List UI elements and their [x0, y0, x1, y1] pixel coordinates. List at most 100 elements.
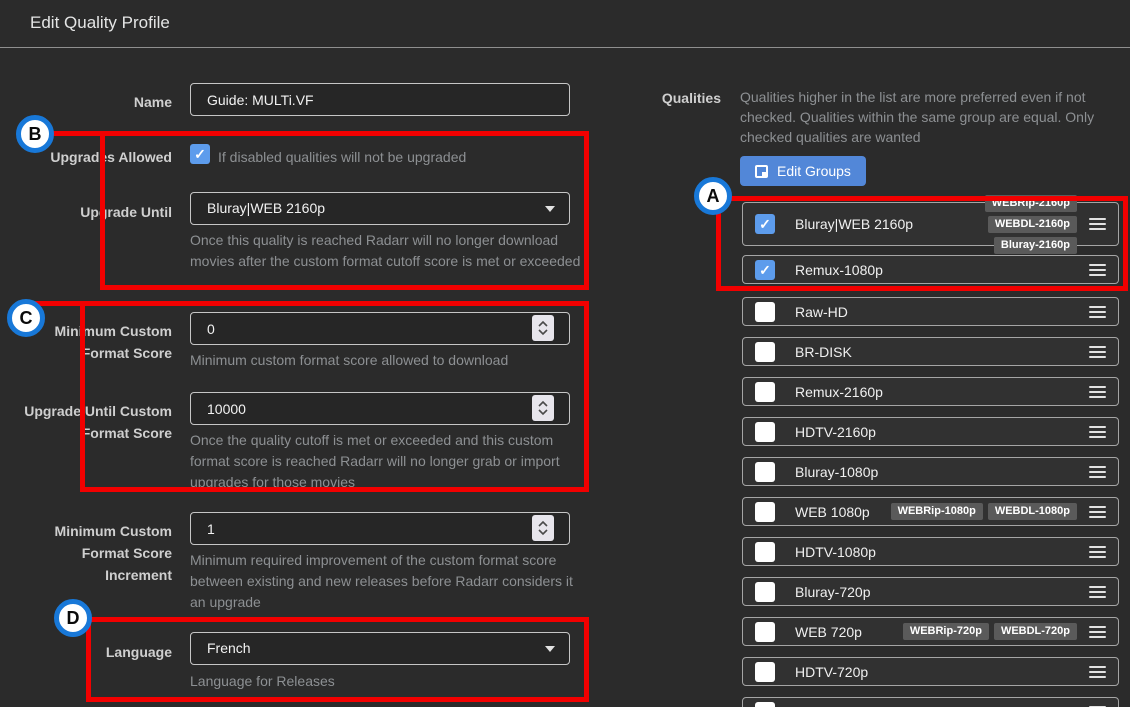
min-cfs-increment-input[interactable]: [190, 512, 570, 545]
quality-name: BR-DISK: [795, 344, 852, 360]
quality-tag: WEBRip-2160p: [985, 195, 1077, 212]
quality-name: Bluray-1080p: [795, 464, 878, 480]
qualities-label: Qualities: [621, 90, 721, 106]
quality-checkbox[interactable]: [755, 422, 775, 442]
drag-handle-icon[interactable]: [1089, 426, 1106, 438]
quality-row: BR-DISK: [742, 337, 1119, 366]
quality-checkbox[interactable]: [755, 622, 775, 642]
drag-handle-icon[interactable]: [1089, 666, 1106, 678]
quality-row: HDTV-1080p: [742, 537, 1119, 566]
quality-row: WEB 720p WEBRip-720p WEBDL-720p: [742, 617, 1119, 646]
language-value: French: [207, 640, 251, 656]
drag-handle-icon[interactable]: [1089, 386, 1106, 398]
quality-row: HDTV-2160p: [742, 417, 1119, 446]
drag-handle-icon[interactable]: [1089, 264, 1106, 276]
number-spinner[interactable]: [532, 315, 554, 341]
annotation-connector-c: [26, 301, 84, 306]
upgrades-allowed-caption: If disabled qualities will not be upgrad…: [218, 147, 578, 168]
name-label: Name: [12, 91, 172, 113]
quality-tag: Bluray-2160p: [994, 237, 1077, 254]
quality-checkbox[interactable]: [755, 462, 775, 482]
quality-row: Bluray-720p: [742, 577, 1119, 606]
qualities-description: Qualities higher in the list are more pr…: [740, 87, 1130, 147]
min-cfs-increment-help: Minimum required improvement of the cust…: [190, 550, 582, 613]
drag-handle-icon[interactable]: [1089, 626, 1106, 638]
number-spinner[interactable]: [532, 515, 554, 541]
quality-row: Remux-1080p: [742, 255, 1119, 284]
min-cfs-increment-label: Minimum Custom Format Score Increment: [12, 520, 172, 586]
annotation-badge-a: A: [694, 177, 732, 215]
quality-name: Remux-2160p: [795, 384, 883, 400]
quality-row: Raw-HD: [742, 297, 1119, 326]
quality-name: WEB 1080p: [795, 504, 870, 520]
quality-name: HDTV-2160p: [795, 424, 876, 440]
upgrade-until-label: Upgrade Until: [12, 201, 172, 223]
edit-groups-button[interactable]: Edit Groups: [740, 156, 866, 186]
quality-name: Bluray-720p: [795, 584, 871, 600]
quality-row: HDTV-720p: [742, 657, 1119, 686]
quality-checkbox[interactable]: [755, 342, 775, 362]
name-input[interactable]: [190, 83, 570, 116]
drag-handle-icon[interactable]: [1089, 346, 1106, 358]
quality-checkbox[interactable]: [755, 502, 775, 522]
object-group-icon: [755, 165, 768, 178]
language-label: Language: [12, 641, 172, 663]
language-help: Language for Releases: [190, 671, 582, 692]
quality-name: WEB 720p: [795, 624, 862, 640]
quality-tag: WEBRip-720p: [903, 623, 989, 640]
upgrade-until-help: Once this quality is reached Radarr will…: [190, 230, 582, 272]
quality-tag: WEBDL-1080p: [988, 503, 1077, 520]
quality-tags: WEBRip-1080p WEBDL-1080p: [871, 503, 1077, 520]
drag-handle-icon[interactable]: [1089, 546, 1106, 558]
quality-row: Bluray-576p: [742, 697, 1119, 707]
number-spinner[interactable]: [532, 395, 554, 421]
quality-tags: WEBRip-720p WEBDL-720p: [871, 623, 1077, 640]
quality-name: Remux-1080p: [795, 262, 883, 278]
language-select[interactable]: French: [190, 632, 570, 665]
chevron-down-icon: [545, 206, 555, 212]
quality-checkbox[interactable]: [755, 382, 775, 402]
annotation-connector-b: [34, 131, 104, 136]
dialog-header: Edit Quality Profile: [0, 0, 1130, 48]
quality-checkbox[interactable]: [755, 702, 775, 707]
quality-tag: WEBDL-720p: [994, 623, 1077, 640]
edit-quality-profile-dialog: Edit Quality Profile Name Upgrades Allow…: [0, 0, 1130, 707]
quality-name: HDTV-720p: [795, 664, 868, 680]
chevron-down-icon: [545, 646, 555, 652]
upgrade-until-select[interactable]: Bluray|WEB 2160p: [190, 192, 570, 225]
min-cfs-help: Minimum custom format score allowed to d…: [190, 350, 582, 371]
upgrade-until-cfs-help: Once the quality cutoff is met or exceed…: [190, 430, 582, 493]
edit-groups-label: Edit Groups: [777, 163, 851, 179]
drag-handle-icon[interactable]: [1089, 306, 1106, 318]
quality-name: Bluray-576p: [795, 704, 871, 707]
quality-row: Remux-2160p: [742, 377, 1119, 406]
quality-name: HDTV-1080p: [795, 544, 876, 560]
quality-checkbox[interactable]: [755, 542, 775, 562]
upgrades-allowed-checkbox[interactable]: [190, 144, 210, 164]
quality-checkbox[interactable]: [755, 260, 775, 280]
quality-row: WEB 1080p WEBRip-1080p WEBDL-1080p: [742, 497, 1119, 526]
upgrade-until-cfs-label: Upgrade Until Custom Format Score: [12, 400, 172, 444]
quality-checkbox[interactable]: [755, 662, 775, 682]
quality-checkbox[interactable]: [755, 582, 775, 602]
quality-row: Bluray-1080p: [742, 457, 1119, 486]
qualities-list: Bluray|WEB 2160p WEBRip-2160p WEBDL-2160…: [742, 202, 1119, 707]
upgrades-allowed-label: Upgrades Allowed: [12, 146, 172, 168]
quality-tags: WEBRip-2160p WEBDL-2160p Bluray-2160p: [913, 195, 1077, 254]
drag-handle-icon[interactable]: [1089, 466, 1106, 478]
quality-checkbox[interactable]: [755, 302, 775, 322]
quality-tag: WEBRip-1080p: [891, 503, 983, 520]
min-cfs-label: Minimum Custom Format Score: [12, 320, 172, 364]
quality-checkbox[interactable]: [755, 214, 775, 234]
quality-name: Raw-HD: [795, 304, 848, 320]
min-cfs-input[interactable]: [190, 312, 570, 345]
drag-handle-icon[interactable]: [1089, 218, 1106, 230]
quality-name: Bluray|WEB 2160p: [795, 216, 913, 232]
upgrade-until-cfs-input[interactable]: [190, 392, 570, 425]
drag-handle-icon[interactable]: [1089, 586, 1106, 598]
annotation-badge-d: D: [54, 599, 92, 637]
drag-handle-icon[interactable]: [1089, 506, 1106, 518]
page-title: Edit Quality Profile: [30, 13, 170, 33]
quality-tag: WEBDL-2160p: [988, 216, 1077, 233]
upgrade-until-value: Bluray|WEB 2160p: [207, 200, 325, 216]
